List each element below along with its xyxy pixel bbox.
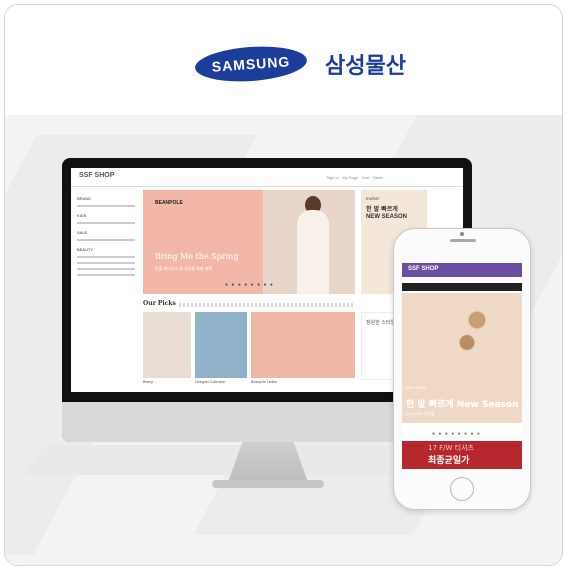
picks-title: Our Picks (143, 300, 176, 307)
sidebar-label[interactable]: SALE (77, 230, 135, 235)
mobile-nav[interactable] (402, 283, 522, 291)
mobile-screen: SSF SHOP SSF SHOP 한 발 빠르게 New Season 201… (402, 263, 522, 469)
sidebar-label[interactable]: BRAND (77, 196, 135, 201)
product-tile[interactable] (195, 312, 247, 378)
mobile-banner-tag: SSF SHOP (406, 385, 427, 390)
event-line2: NEW SEASON (366, 214, 408, 220)
promo-banner[interactable]: 17 F/W 티셔츠 최종균일가 (402, 441, 522, 469)
tile-caption: Beany (143, 380, 153, 384)
tile-caption: Designer Collection (195, 380, 226, 384)
banner-pagination[interactable]: ● ● ● ● ● ● ● ● (225, 282, 274, 288)
brand-logo: SAMSUNG 삼성물산 (193, 43, 406, 85)
promo-line2: 최종균일가 (428, 456, 470, 466)
event-line1: 한 발 빠르게 (366, 206, 398, 213)
camera-icon (460, 232, 464, 236)
card-header: SAMSUNG 삼성물산 (5, 5, 562, 116)
mobile-pagination[interactable]: ● ● ● ● ● ● ● ● (432, 431, 481, 437)
mobile-header: SSF SHOP (402, 263, 522, 277)
tile-caption: Beanpole Ladies (251, 380, 278, 384)
company-name: 삼성물산 (325, 54, 406, 79)
hero-banner[interactable]: BEANPOLE Bring Me the Spring 빈폴 레이디스 봄 신… (143, 190, 355, 294)
banner-brand: BEANPOLE (155, 200, 183, 206)
banner-subtext: 빈폴 레이디스 봄 신상품 특별 혜택 (155, 266, 213, 271)
home-button[interactable] (450, 477, 474, 501)
mobile-banner-sub: 2018 S/S 신상품 (406, 411, 435, 416)
promo-line1: 17 F/W 티셔츠 (428, 444, 474, 452)
product-tile[interactable] (143, 312, 191, 378)
mobile-banner-headline: 한 발 빠르게 New Season (406, 400, 519, 410)
samsung-logo: SAMSUNG (193, 43, 309, 85)
banner-headline: Bring Me the Spring (155, 252, 239, 261)
event-tag: EVENT (366, 196, 380, 201)
sidebar-label[interactable]: KIDS (77, 213, 135, 218)
site-sidebar: BRAND KIDS SALE BEAUTY (77, 190, 135, 390)
mobile-phone: SSF SHOP SSF SHOP 한 발 빠르게 New Season 201… (393, 228, 531, 510)
site-logo[interactable]: SSF SHOP (79, 172, 114, 179)
product-tile[interactable] (251, 312, 355, 378)
flower-image (452, 293, 502, 383)
speaker-icon (450, 239, 476, 242)
site-nav[interactable]: Sign In · My Page · Cart · Order (326, 175, 383, 180)
mobile-banner[interactable]: SSF SHOP 한 발 빠르게 New Season 2018 S/S 신상품 (402, 293, 522, 423)
monitor-base (212, 480, 324, 488)
site-header: SSF SHOP Sign In · My Page · Cart · Orde… (71, 168, 463, 187)
picks-divider (179, 303, 355, 307)
mobile-logo[interactable]: SSF SHOP (408, 266, 438, 272)
sidebar-label[interactable]: BEAUTY (77, 247, 135, 252)
banner-image (263, 190, 355, 294)
samsung-logo-text: SAMSUNG (211, 53, 291, 75)
